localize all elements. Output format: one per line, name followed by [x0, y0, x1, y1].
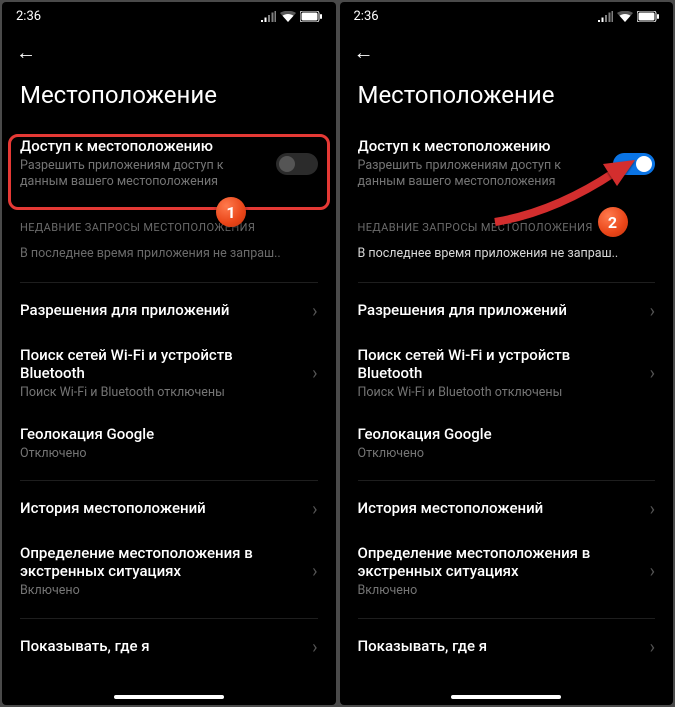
emergency-location-row[interactable]: Определение местоположения в экстренных …	[2, 532, 336, 611]
app-permissions-row[interactable]: Разрешения для приложений ›	[2, 289, 336, 334]
recent-requests-header: НЕДАВНИЕ ЗАПРОСЫ МЕСТОПОЛОЖЕНИЯ	[2, 203, 336, 242]
back-icon[interactable]: ←	[354, 40, 378, 65]
battery-icon	[300, 11, 322, 22]
chevron-right-icon: ›	[650, 637, 655, 658]
status-time: 2:36	[16, 9, 41, 24]
back-icon[interactable]: ←	[16, 40, 40, 65]
status-bar: 2:36	[340, 2, 674, 30]
location-history-row[interactable]: История местоположений ›	[340, 487, 674, 532]
app-permissions-title: Разрешения для приложений	[358, 301, 638, 319]
show-where-row[interactable]: Показывать, где я ›	[340, 625, 674, 670]
divider	[358, 282, 656, 283]
chevron-right-icon: ›	[312, 301, 317, 322]
chevron-right-icon: ›	[650, 301, 655, 322]
emergency-location-row[interactable]: Определение местоположения в экстренных …	[340, 532, 674, 611]
chevron-right-icon: ›	[650, 363, 655, 384]
location-access-title: Доступ к местоположению	[20, 137, 264, 155]
status-time: 2:36	[354, 9, 379, 24]
page-title: Местоположение	[2, 71, 336, 125]
wifi-bt-subtitle: Поиск Wi-Fi и Bluetooth отключены	[358, 385, 638, 401]
wifi-bt-scan-row[interactable]: Поиск сетей Wi-Fi и устройств Bluetooth …	[340, 334, 674, 413]
chevron-right-icon: ›	[650, 561, 655, 582]
location-access-title: Доступ к местоположению	[358, 137, 602, 155]
location-access-subtitle: Разрешить приложениям доступ к данным ва…	[20, 158, 264, 191]
divider	[20, 282, 318, 283]
wifi-bt-title: Поиск сетей Wi-Fi и устройств Bluetooth	[358, 346, 638, 382]
status-bar: 2:36	[2, 2, 336, 30]
google-location-row[interactable]: Геолокация Google Отключено	[340, 413, 674, 474]
location-access-row[interactable]: Доступ к местоположению Разрешить прилож…	[2, 125, 336, 203]
location-access-toggle[interactable]	[276, 153, 318, 175]
chevron-right-icon: ›	[312, 499, 317, 520]
divider	[358, 618, 656, 619]
show-where-row[interactable]: Показывать, где я ›	[2, 625, 336, 670]
wifi-bt-title: Поиск сетей Wi-Fi и устройств Bluetooth	[20, 346, 300, 382]
home-indicator[interactable]	[114, 695, 224, 699]
status-icons	[261, 11, 322, 22]
location-access-row[interactable]: Доступ к местоположению Разрешить прилож…	[340, 125, 674, 203]
emergency-subtitle: Включено	[20, 583, 300, 599]
location-history-title: История местоположений	[358, 499, 638, 517]
divider	[20, 480, 318, 481]
wifi-icon	[280, 11, 296, 22]
page-header: ←	[340, 30, 674, 71]
chevron-right-icon: ›	[312, 637, 317, 658]
phone-screen-left: 2:36 ← Местоположение Доступ к местополо…	[2, 2, 336, 705]
chevron-right-icon: ›	[650, 499, 655, 520]
location-access-text: Доступ к местоположению Разрешить прилож…	[20, 137, 264, 191]
location-access-toggle[interactable]	[613, 153, 655, 175]
recent-empty-row: В последнее время приложения не запраш..	[2, 242, 336, 276]
emergency-title: Определение местоположения в экстренных …	[20, 544, 300, 580]
location-access-text: Доступ к местоположению Разрешить прилож…	[358, 137, 602, 191]
page-title: Местоположение	[340, 71, 674, 125]
emergency-subtitle: Включено	[358, 583, 638, 599]
divider	[20, 618, 318, 619]
battery-icon	[637, 11, 659, 22]
emergency-title: Определение местоположения в экстренных …	[358, 544, 638, 580]
page-header: ←	[2, 30, 336, 71]
signal-icon	[261, 11, 276, 22]
wifi-bt-subtitle: Поиск Wi-Fi и Bluetooth отключены	[20, 385, 300, 401]
app-permissions-title: Разрешения для приложений	[20, 301, 300, 319]
google-location-subtitle: Отключено	[20, 446, 318, 462]
recent-requests-header: НЕДАВНИЕ ЗАПРОСЫ МЕСТОПОЛОЖЕНИЯ	[340, 203, 674, 242]
google-location-subtitle: Отключено	[358, 446, 656, 462]
phone-screen-right: 2:36 ← Местоположение Доступ к местополо…	[340, 2, 674, 705]
chevron-right-icon: ›	[312, 561, 317, 582]
google-location-title: Геолокация Google	[358, 425, 656, 443]
recent-empty-text: В последнее время приложения не запраш..	[358, 246, 619, 262]
status-icons	[598, 11, 659, 22]
home-indicator[interactable]	[451, 695, 561, 699]
location-history-title: История местоположений	[20, 499, 300, 517]
recent-empty-row: В последнее время приложения не запраш..	[340, 242, 674, 276]
location-history-row[interactable]: История местоположений ›	[2, 487, 336, 532]
divider	[358, 480, 656, 481]
recent-empty-text: В последнее время приложения не запраш..	[20, 246, 281, 262]
location-access-subtitle: Разрешить приложениям доступ к данным ва…	[358, 158, 602, 191]
chevron-right-icon: ›	[312, 363, 317, 384]
show-where-title: Показывать, где я	[20, 637, 300, 655]
show-where-title: Показывать, где я	[358, 637, 638, 655]
signal-icon	[598, 11, 613, 22]
wifi-icon	[617, 11, 633, 22]
wifi-bt-scan-row[interactable]: Поиск сетей Wi-Fi и устройств Bluetooth …	[2, 334, 336, 413]
google-location-row[interactable]: Геолокация Google Отключено	[2, 413, 336, 474]
google-location-title: Геолокация Google	[20, 425, 318, 443]
app-permissions-row[interactable]: Разрешения для приложений ›	[340, 289, 674, 334]
